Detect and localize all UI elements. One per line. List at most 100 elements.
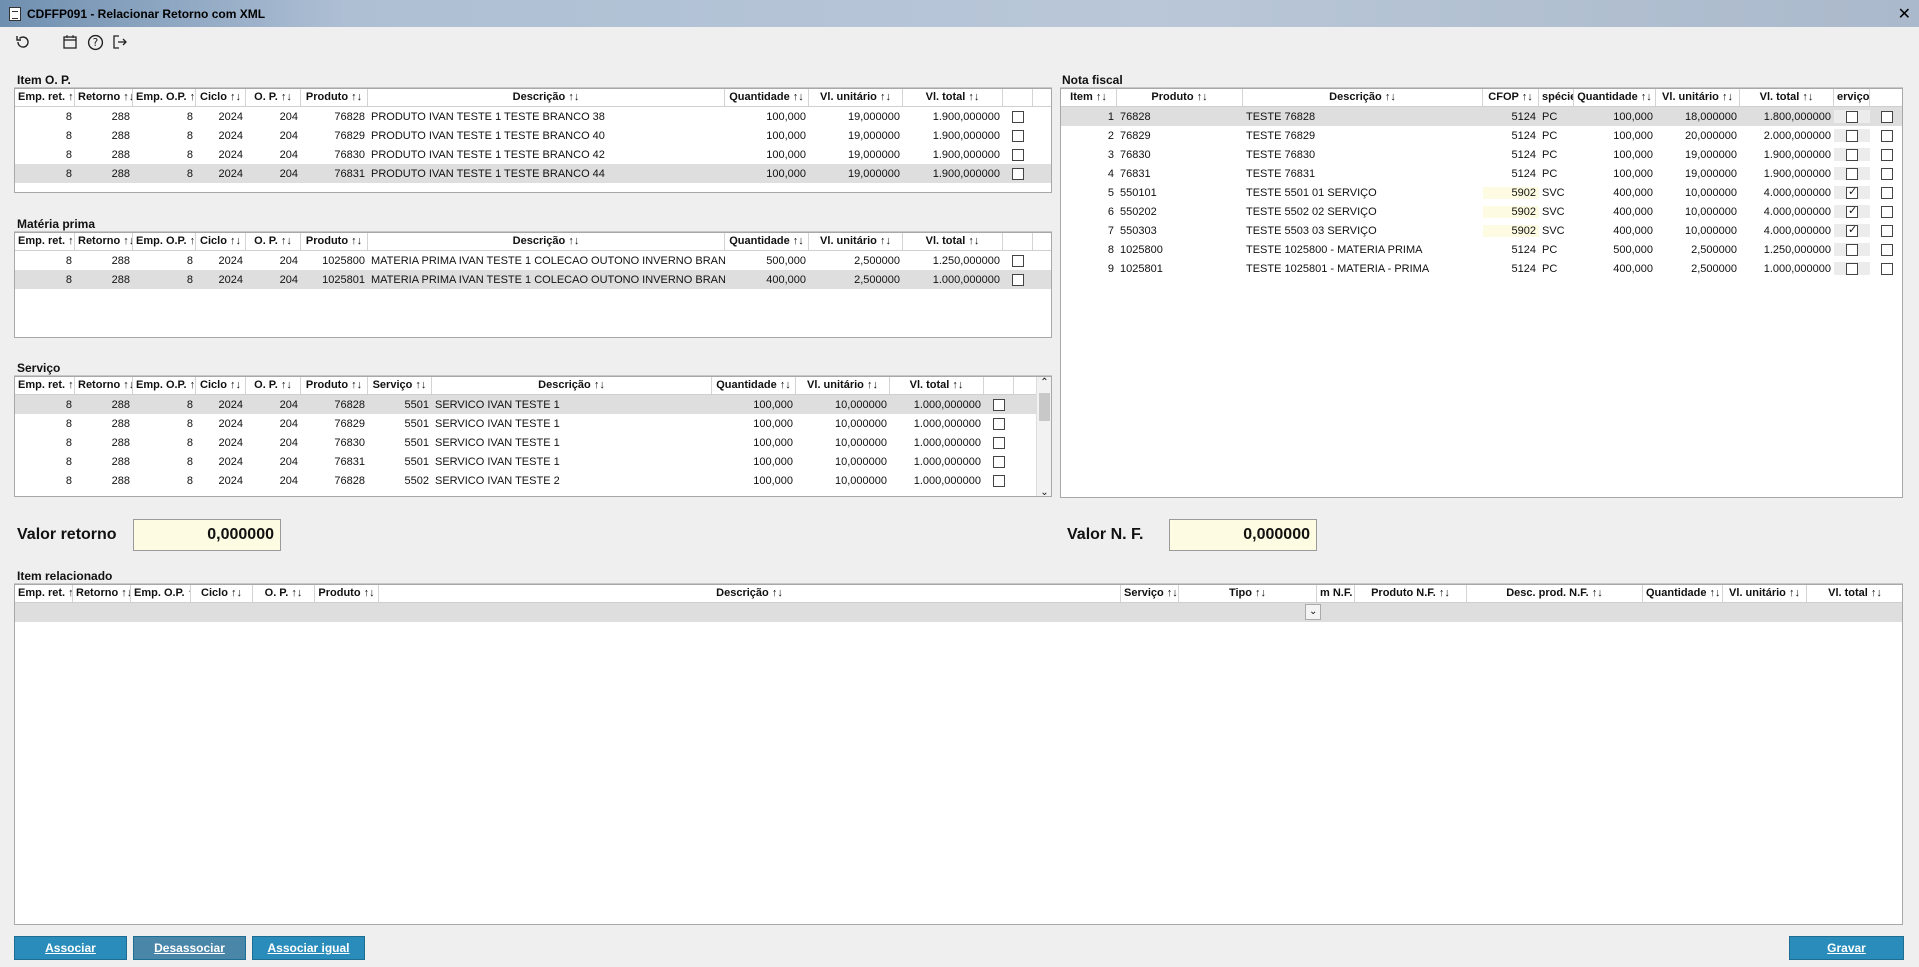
row-checkbox[interactable] bbox=[1881, 129, 1893, 142]
column-header[interactable]: Retorno ↑↓ bbox=[73, 585, 131, 602]
help-icon[interactable]: ? bbox=[84, 31, 106, 53]
row-checkbox[interactable] bbox=[1881, 224, 1893, 237]
row-checkbox[interactable] bbox=[993, 417, 1005, 430]
column-header[interactable]: Vl. unitário ↑↓ bbox=[1656, 89, 1740, 106]
vertical-scrollbar[interactable]: ⌃ ⌄ bbox=[1036, 377, 1051, 496]
column-header[interactable]: Descrição ↑↓ bbox=[432, 377, 712, 394]
row-checkbox[interactable] bbox=[1012, 110, 1024, 123]
column-header[interactable]: m N.F. bbox=[1317, 585, 1355, 602]
column-header[interactable]: Emp. ret. ↑↓ bbox=[15, 233, 75, 250]
close-icon[interactable]: ✕ bbox=[1898, 4, 1911, 24]
column-header[interactable]: Retorno ↑↓ bbox=[75, 233, 133, 250]
row-checkbox[interactable] bbox=[1846, 262, 1858, 275]
column-header[interactable]: Vl. total ↑↓ bbox=[903, 233, 1003, 250]
row-checkbox[interactable] bbox=[1846, 129, 1858, 142]
associar-igual-button[interactable]: Associar igual bbox=[252, 936, 365, 960]
table-row[interactable]: 1 76828 TESTE 76828 5124 PC 100,000 18,000000 1… bbox=[1061, 107, 1902, 126]
column-header[interactable]: Vl. total ↑↓ bbox=[1740, 89, 1834, 106]
row-checkbox[interactable] bbox=[1012, 254, 1024, 267]
table-row[interactable]: 8 288 8 2024 204 76828 PRODUTO IVAN TESTE 1 TE… bbox=[15, 107, 1051, 126]
gravar-button[interactable]: Gravar bbox=[1789, 936, 1904, 960]
column-header[interactable]: Ciclo ↑↓ bbox=[196, 89, 246, 106]
column-header[interactable]: Serviço ↑↓ bbox=[368, 377, 432, 394]
row-checkbox[interactable] bbox=[1846, 224, 1858, 237]
row-checkbox[interactable] bbox=[1881, 205, 1893, 218]
column-header[interactable]: O. P. ↑↓ bbox=[246, 233, 301, 250]
table-row[interactable]: 8 288 8 2024 204 76831 5501 SERVICO IVAN TESTE … bbox=[15, 452, 1051, 471]
row-checkbox[interactable] bbox=[1012, 129, 1024, 142]
column-header[interactable]: Emp. ret. ↑↓ bbox=[15, 585, 73, 602]
column-header[interactable]: Produto ↑↓ bbox=[301, 233, 368, 250]
column-header[interactable]: Quantidade ↑↓ bbox=[1643, 585, 1723, 602]
column-header[interactable]: Descrição ↑↓ bbox=[368, 89, 725, 106]
table-row[interactable]: 5 550101 TESTE 5501 01 SERVIÇO 5902 SVC 400,0… bbox=[1061, 183, 1902, 202]
column-header[interactable]: Quantidade ↑↓ bbox=[712, 377, 796, 394]
column-header[interactable]: Produto ↑↓ bbox=[301, 89, 368, 106]
column-header[interactable]: Ciclo ↑↓ bbox=[191, 585, 253, 602]
valor-nf-field[interactable]: 0,000000 bbox=[1169, 519, 1317, 551]
column-header[interactable]: Ciclo ↑↓ bbox=[196, 233, 246, 250]
row-checkbox[interactable] bbox=[1881, 186, 1893, 199]
column-header[interactable]: Tipo ↑↓ bbox=[1179, 585, 1317, 602]
column-header[interactable] bbox=[1870, 89, 1902, 106]
column-header[interactable]: Vl. unitário ↑↓ bbox=[809, 233, 903, 250]
column-header[interactable]: Ciclo ↑↓ bbox=[196, 377, 246, 394]
table-row[interactable]: 6 550202 TESTE 5502 02 SERVIÇO 5902 SVC 400,0… bbox=[1061, 202, 1902, 221]
column-header[interactable]: Emp. O.P. ↑↓ bbox=[133, 233, 196, 250]
column-header[interactable]: O. P. ↑↓ bbox=[253, 585, 315, 602]
refresh-icon[interactable] bbox=[12, 31, 34, 53]
column-header[interactable]: Vl. unitário ↑↓ bbox=[809, 89, 903, 106]
column-header[interactable]: Produto ↑↓ bbox=[301, 377, 368, 394]
row-checkbox[interactable] bbox=[993, 455, 1005, 468]
row-checkbox[interactable] bbox=[1846, 167, 1858, 180]
scroll-down-icon[interactable]: ⌄ bbox=[1037, 487, 1051, 496]
row-checkbox[interactable] bbox=[993, 436, 1005, 449]
row-checkbox[interactable] bbox=[993, 474, 1005, 487]
column-header[interactable]: Vl. total ↑↓ bbox=[903, 89, 1003, 106]
associar-button[interactable]: Associar bbox=[14, 936, 127, 960]
column-header[interactable]: Quantidade ↑↓ bbox=[725, 89, 809, 106]
empty-row[interactable]: ⌄ bbox=[15, 603, 1902, 622]
table-row[interactable]: 8 288 8 2024 204 1025800 MATERIA PRIMA IVAN TE… bbox=[15, 251, 1051, 270]
row-checkbox[interactable] bbox=[1881, 110, 1893, 123]
row-checkbox[interactable] bbox=[1012, 167, 1024, 180]
table-row[interactable]: 8 288 8 2024 204 76829 PRODUTO IVAN TESTE 1 TE… bbox=[15, 126, 1051, 145]
valor-retorno-field[interactable]: 0,000000 bbox=[133, 519, 281, 551]
table-row[interactable]: 8 288 8 2024 204 76829 5501 SERVICO IVAN TESTE … bbox=[15, 414, 1051, 433]
exit-icon[interactable] bbox=[109, 31, 131, 53]
table-row[interactable]: 3 76830 TESTE 76830 5124 PC 100,000 19,000000 1… bbox=[1061, 145, 1902, 164]
column-header[interactable]: Serviço ↑↓ bbox=[1121, 585, 1179, 602]
row-checkbox[interactable] bbox=[1846, 186, 1858, 199]
column-header[interactable]: Quantidade ↑↓ bbox=[1574, 89, 1656, 106]
column-header[interactable]: Descrição ↑↓ bbox=[379, 585, 1121, 602]
table-row[interactable]: 9 1025801 TESTE 1025801 - MATERIA - PRIMA 5… bbox=[1061, 259, 1902, 278]
table-row[interactable]: 8 288 8 2024 204 76831 PRODUTO IVAN TESTE 1 TE… bbox=[15, 164, 1051, 183]
row-checkbox[interactable] bbox=[993, 398, 1005, 411]
table-row[interactable]: 8 288 8 2024 204 1025801 MATERIA PRIMA IVAN TE… bbox=[15, 270, 1051, 289]
scroll-up-icon[interactable]: ⌃ bbox=[1037, 377, 1051, 388]
column-header[interactable]: Emp. O.P. ↑↓ bbox=[131, 585, 191, 602]
chevron-down-icon[interactable]: ⌄ bbox=[1305, 604, 1321, 620]
row-checkbox[interactable] bbox=[1012, 273, 1024, 286]
column-header[interactable]: Vl. unitário ↑↓ bbox=[1723, 585, 1807, 602]
table-row[interactable]: 8 1025800 TESTE 1025800 - MATERIA PRIMA 512… bbox=[1061, 240, 1902, 259]
column-header[interactable]: Emp. O.P. ↑↓ bbox=[133, 89, 196, 106]
calendar-icon[interactable] bbox=[59, 31, 81, 53]
row-checkbox[interactable] bbox=[1881, 148, 1893, 161]
column-header[interactable]: Vl. unitário ↑↓ bbox=[796, 377, 890, 394]
column-header[interactable]: Emp. O.P. ↑↓ bbox=[133, 377, 196, 394]
column-header[interactable]: Vl. total ↑↓ bbox=[1807, 585, 1902, 602]
column-header[interactable]: spécie bbox=[1539, 89, 1574, 106]
column-header[interactable]: Quantidade ↑↓ bbox=[725, 233, 809, 250]
table-row[interactable]: 8 288 8 2024 204 76830 5501 SERVICO IVAN TESTE … bbox=[15, 433, 1051, 452]
table-row[interactable]: 4 76831 TESTE 76831 5124 PC 100,000 19,000000 1… bbox=[1061, 164, 1902, 183]
column-header[interactable]: CFOP ↑↓ bbox=[1483, 89, 1539, 106]
row-checkbox[interactable] bbox=[1846, 243, 1858, 256]
column-header[interactable]: O. P. ↑↓ bbox=[246, 377, 301, 394]
column-header[interactable]: Item ↑↓ bbox=[1061, 89, 1117, 106]
column-header[interactable]: Desc. prod. N.F. ↑↓ bbox=[1467, 585, 1643, 602]
column-header[interactable]: Emp. ret. ↑↓ bbox=[15, 377, 75, 394]
row-checkbox[interactable] bbox=[1012, 148, 1024, 161]
row-checkbox[interactable] bbox=[1881, 262, 1893, 275]
row-checkbox[interactable] bbox=[1846, 148, 1858, 161]
